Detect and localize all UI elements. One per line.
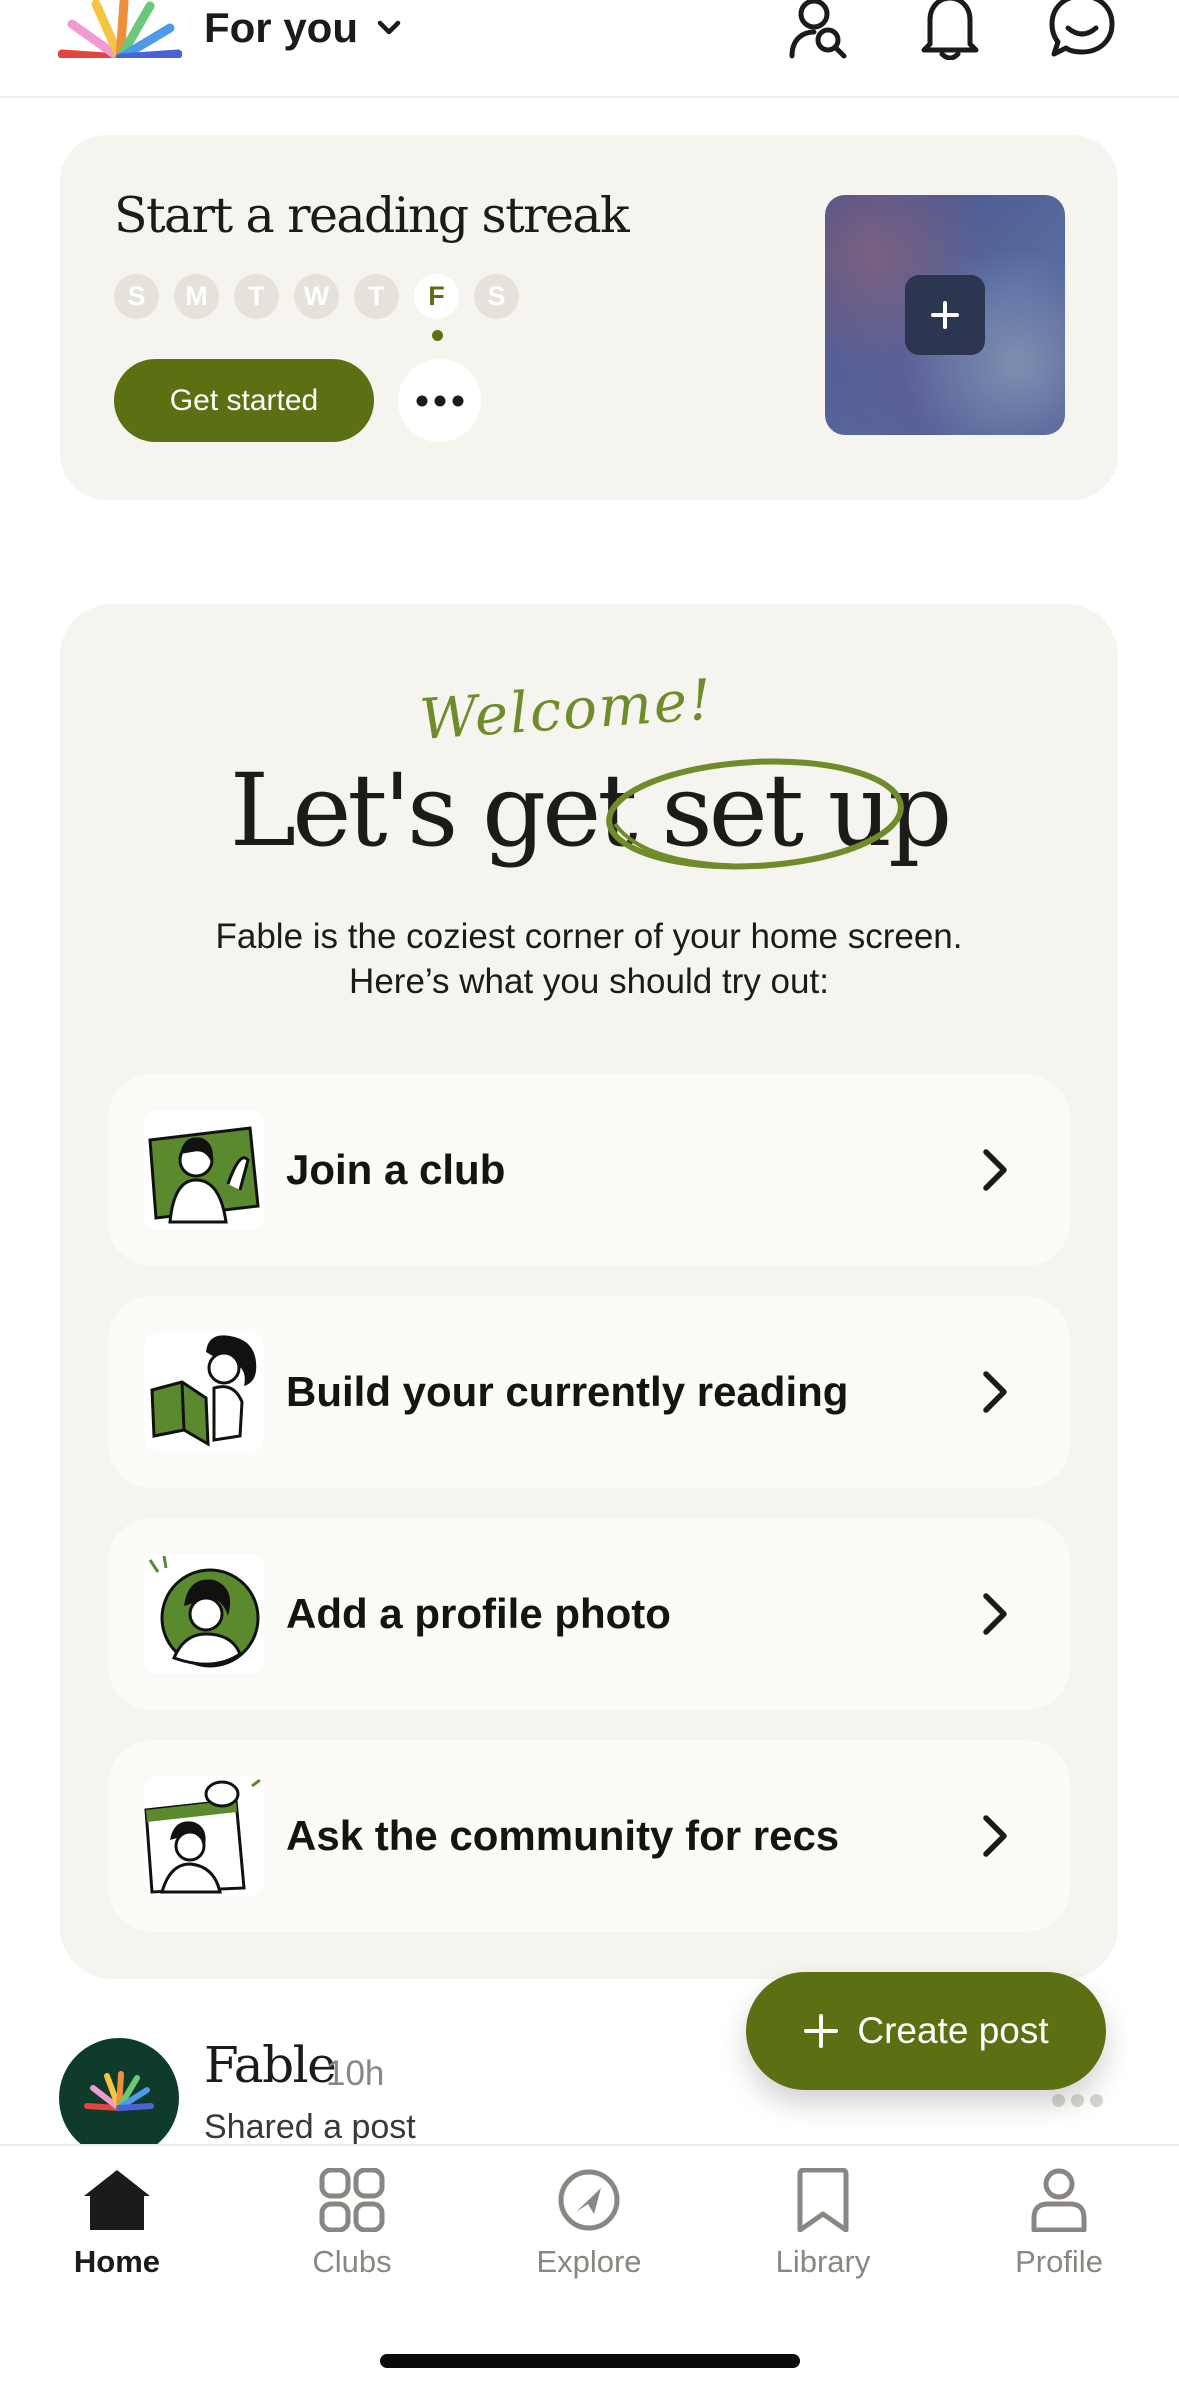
tab-label: Explore [536, 2244, 642, 2279]
task-profile-photo[interactable]: Add a profile photo [108, 1518, 1070, 1710]
join-club-illustration [144, 1110, 264, 1230]
tab-label: Profile [1015, 2244, 1103, 2279]
welcome-script: Welcome! [417, 667, 716, 753]
chevron-right-icon [983, 1149, 1007, 1191]
task-currently-reading[interactable]: Build your currently reading [108, 1296, 1070, 1488]
scribble-circle-decoration [606, 758, 904, 870]
task-label: Join a club [286, 1146, 506, 1193]
weekday-tuesday: T [234, 274, 279, 319]
profile-photo-illustration [144, 1554, 264, 1674]
more-dots-icon [416, 395, 463, 406]
task-label: Add a profile photo [286, 1590, 671, 1637]
tab-clubs[interactable]: Clubs [262, 2168, 442, 2318]
more-options-button[interactable] [398, 359, 481, 442]
setup-title: Let's get set up [229, 752, 952, 869]
create-post-label: Create post [857, 2010, 1049, 2051]
post-timestamp: 10h [326, 2054, 385, 2093]
streak-title: Start a reading streak [114, 187, 630, 244]
create-post-button[interactable]: Create post [746, 1972, 1106, 2090]
weekday-thursday: T [354, 274, 399, 319]
home-indicator[interactable] [380, 2354, 800, 2368]
reading-streak-card: Start a reading streak S M T W T F S Get… [60, 135, 1118, 500]
tab-library[interactable]: Library [733, 2168, 913, 2318]
tab-profile[interactable]: Profile [969, 2168, 1149, 2318]
add-book-button[interactable] [905, 275, 985, 355]
weekday-friday: F [414, 274, 459, 341]
task-join-club[interactable]: Join a club [108, 1074, 1070, 1266]
tab-home[interactable]: Home [27, 2168, 207, 2318]
top-header: For you [0, 0, 1179, 98]
setup-description: Fable is the coziest corner of your home… [60, 914, 1118, 1004]
weekday-saturday: S [474, 274, 519, 319]
chevron-right-icon [983, 1371, 1007, 1413]
post-more-icon[interactable] [1052, 2090, 1112, 2110]
chat-icon[interactable] [1048, 0, 1116, 60]
weekday-sunday: S [114, 274, 159, 319]
post-avatar[interactable] [59, 2038, 179, 2158]
weekday-monday: M [174, 274, 219, 319]
tab-explore[interactable]: Explore [499, 2168, 679, 2318]
getting-started-card: Welcome! Let's get set up Fable is the c… [60, 604, 1118, 1979]
tab-label: Clubs [312, 2244, 392, 2279]
chevron-down-icon [377, 20, 401, 35]
home-icon [84, 2170, 150, 2230]
post-author[interactable]: Fable [204, 2036, 337, 2094]
feed-switcher[interactable]: For you [204, 0, 402, 56]
task-label: Build your currently reading [286, 1368, 849, 1415]
description-line-2: Here’s what you should try out: [349, 962, 829, 1001]
compass-icon [558, 2169, 620, 2231]
fable-logo [58, 0, 182, 58]
chevron-right-icon [983, 1593, 1007, 1635]
clubs-grid-icon [319, 2168, 385, 2232]
post-subtitle: Shared a post [204, 2108, 416, 2146]
plus-icon [804, 2014, 839, 2048]
book-cover-placeholder [825, 195, 1065, 435]
description-line-1: Fable is the coziest corner of your home… [215, 917, 963, 956]
get-started-button[interactable]: Get started [114, 359, 374, 442]
bookmark-icon [797, 2168, 849, 2232]
reading-book-illustration [144, 1332, 264, 1452]
task-community-recs[interactable]: Ask the community for recs [108, 1740, 1070, 1932]
feed-title: For you [204, 4, 358, 51]
task-label: Ask the community for recs [286, 1812, 840, 1859]
bell-icon[interactable] [916, 0, 984, 60]
tab-label: Library [775, 2244, 871, 2279]
chevron-right-icon [983, 1815, 1007, 1857]
weekday-row: S M T W T F S [114, 274, 519, 341]
weekday-wednesday: W [294, 274, 339, 319]
tab-label: Home [73, 2244, 161, 2279]
plus-icon [931, 301, 959, 329]
find-people-icon[interactable] [784, 0, 852, 60]
fable-logo [84, 2071, 154, 2111]
profile-icon [1031, 2168, 1087, 2232]
community-recs-illustration [144, 1776, 264, 1896]
